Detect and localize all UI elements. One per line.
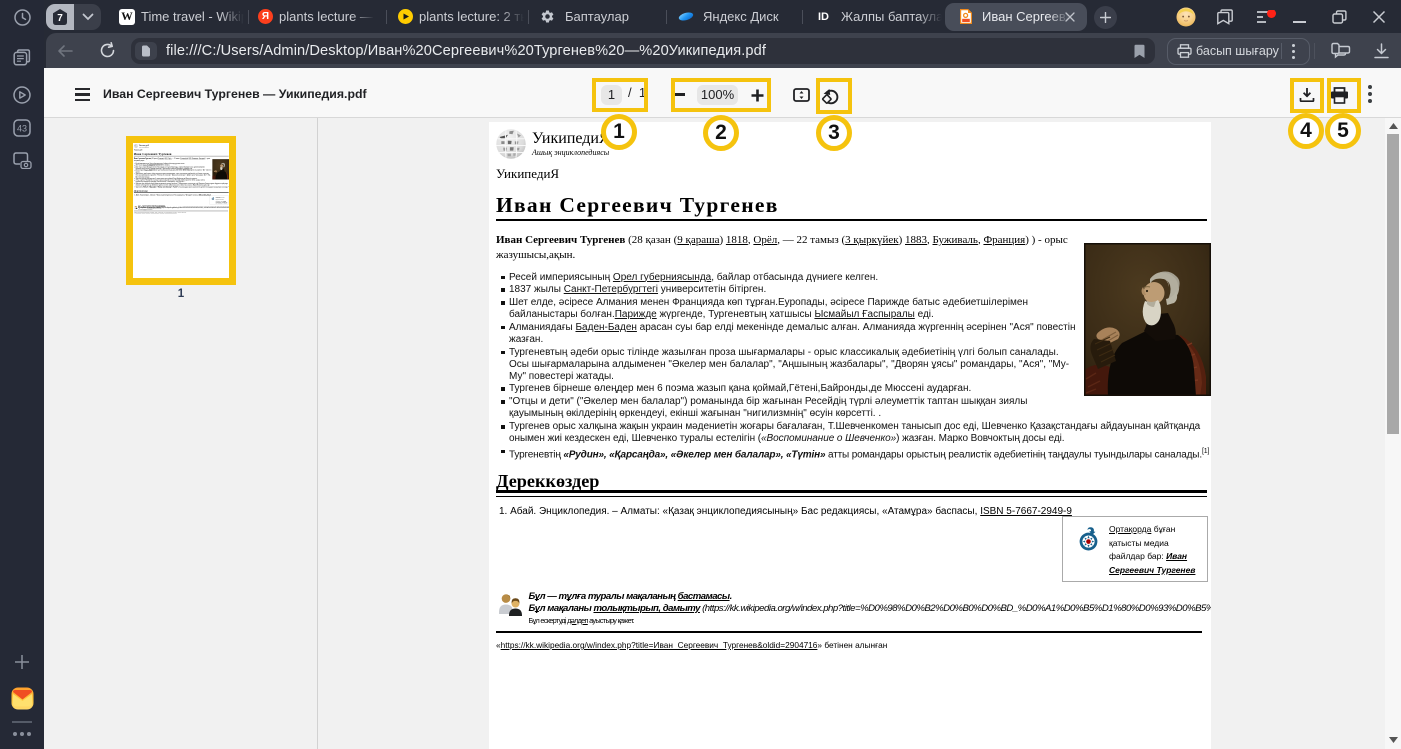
- svg-text:43: 43: [17, 124, 27, 134]
- svg-text:7: 7: [57, 13, 63, 24]
